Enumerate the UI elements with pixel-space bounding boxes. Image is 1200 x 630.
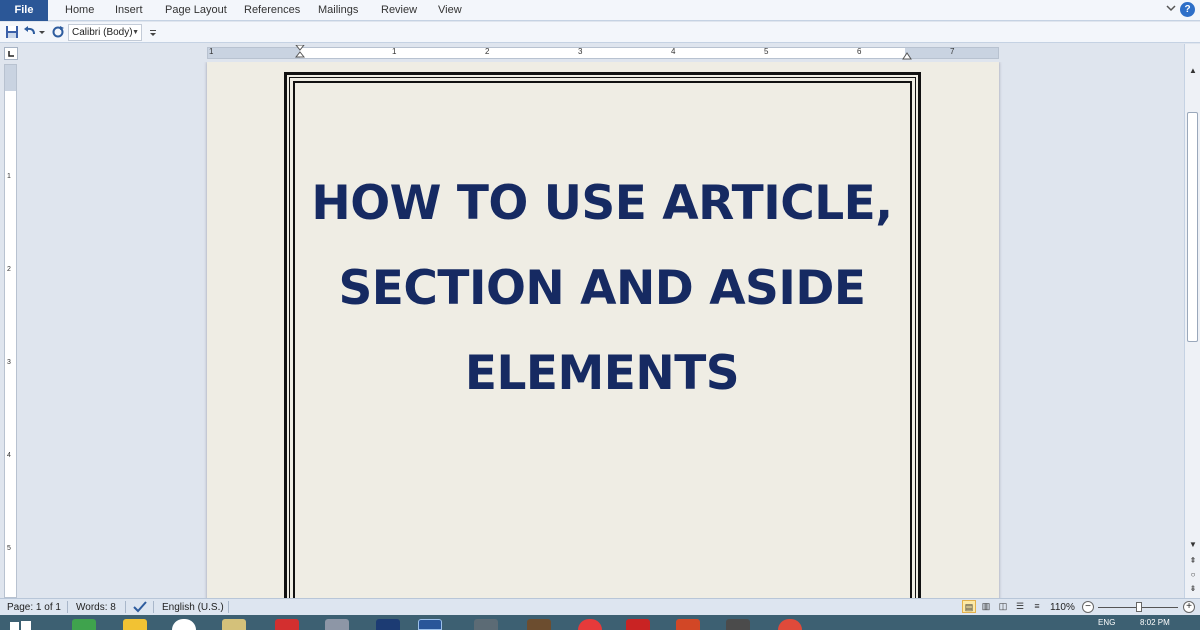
tv-icon[interactable] <box>527 619 551 630</box>
document-workspace[interactable]: HOW TO USE ARTICLE, SECTION AND ASIDE EL… <box>20 62 1184 598</box>
horizontal-ruler[interactable]: 1 1 2 3 4 5 6 7 <box>207 45 999 61</box>
clock[interactable]: 8:02 PM <box>1140 618 1170 627</box>
vertical-ruler-margin <box>5 65 16 91</box>
quick-access-toolbar: Calibri (Body) ▼ <box>0 22 1200 43</box>
browse-object-icon[interactable]: ○ <box>1186 568 1200 582</box>
vertical-ruler-number: 2 <box>7 266 11 273</box>
save-icon[interactable] <box>5 25 19 39</box>
internet-explorer-icon[interactable] <box>123 619 147 630</box>
status-bar: Page: 1 of 1 Words: 8 English (U.S.) ▤ ▥… <box>0 598 1200 615</box>
status-divider <box>67 601 68 613</box>
zoom-level[interactable]: 110% <box>1050 601 1075 614</box>
scroll-up-icon[interactable]: ▲ <box>1186 64 1200 78</box>
title-line: SECTION AND ASIDE <box>338 261 866 316</box>
previous-page-icon[interactable]: ⇞ <box>1186 554 1200 568</box>
ruler-number: 1 <box>392 47 397 56</box>
zoom-out-icon[interactable]: − <box>1082 601 1094 613</box>
ruler-number: 1 <box>209 47 214 56</box>
tab-mailings[interactable]: Mailings <box>318 0 358 21</box>
full-screen-reading-icon[interactable]: ▥ <box>979 600 993 613</box>
windows-taskbar: ENG 8:02 PM <box>0 615 1200 630</box>
draft-view-icon[interactable]: ≡ <box>1030 600 1044 613</box>
font-name-value: Calibri (Body) <box>72 27 133 38</box>
scroll-down-icon[interactable]: ▼ <box>1186 538 1200 552</box>
page-border: HOW TO USE ARTICLE, SECTION AND ASIDE EL… <box>284 72 921 598</box>
indent-marker-icon[interactable] <box>295 45 305 61</box>
zoom-slider-thumb[interactable] <box>1136 602 1142 612</box>
font-name-combobox[interactable]: Calibri (Body) ▼ <box>68 24 142 41</box>
record-icon[interactable] <box>578 619 602 630</box>
customize-toolbar-icon[interactable] <box>148 25 158 39</box>
vertical-ruler-number: 3 <box>7 359 11 366</box>
status-divider <box>153 601 154 613</box>
chrome-icon[interactable] <box>778 619 802 630</box>
green-app-icon[interactable] <box>72 619 96 630</box>
zoom-in-icon[interactable]: + <box>1183 601 1195 613</box>
vertical-ruler[interactable]: 1 2 3 4 5 <box>4 64 17 598</box>
title-line: ELEMENTS <box>464 346 740 401</box>
vertical-ruler-number: 4 <box>7 452 11 459</box>
bluetooth-icon[interactable] <box>376 619 400 630</box>
adobe-reader-icon[interactable] <box>275 619 299 630</box>
next-page-icon[interactable]: ⇟ <box>1186 582 1200 596</box>
undo-icon[interactable] <box>23 25 37 39</box>
tab-references[interactable]: References <box>244 0 300 21</box>
title-line: HOW TO USE ARTICLE, <box>311 176 893 231</box>
ruler-number: 7 <box>950 47 955 56</box>
outline-view-icon[interactable]: ☰ <box>1013 600 1027 613</box>
scroll-thumb[interactable] <box>1187 112 1198 342</box>
media-icon[interactable] <box>474 619 498 630</box>
proofing-icon[interactable] <box>133 601 147 613</box>
hp-icon[interactable] <box>172 619 196 630</box>
tab-home[interactable]: Home <box>65 0 94 21</box>
document-title[interactable]: HOW TO USE ARTICLE, SECTION AND ASIDE EL… <box>287 161 917 416</box>
right-indent-marker-icon[interactable] <box>902 50 912 60</box>
folder-icon[interactable] <box>222 619 246 630</box>
undo-dropdown-icon[interactable] <box>38 25 46 39</box>
status-divider <box>228 601 229 613</box>
tab-insert[interactable]: Insert <box>115 0 143 21</box>
mail-icon[interactable] <box>325 619 349 630</box>
tab-review[interactable]: Review <box>381 0 417 21</box>
page-count[interactable]: Page: 1 of 1 <box>7 601 61 614</box>
document-page[interactable]: HOW TO USE ARTICLE, SECTION AND ASIDE EL… <box>207 62 999 598</box>
language-indicator[interactable]: English (U.S.) <box>162 601 224 614</box>
ruler-number: 4 <box>671 47 676 56</box>
redo-icon[interactable] <box>51 25 65 39</box>
minimize-ribbon-icon[interactable] <box>1166 2 1176 19</box>
sketch-icon[interactable] <box>726 619 750 630</box>
ribbon-tab-bar: File Home Insert Page Layout References … <box>0 0 1200 21</box>
web-layout-icon[interactable]: ◫ <box>996 600 1010 613</box>
vertical-ruler-number: 5 <box>7 545 11 552</box>
language-tray[interactable]: ENG <box>1098 618 1115 627</box>
ruler-number: 3 <box>578 47 583 56</box>
ruler-number: 5 <box>764 47 769 56</box>
pdf-icon[interactable] <box>626 619 650 630</box>
powerpoint-icon[interactable] <box>676 619 700 630</box>
word-count[interactable]: Words: 8 <box>76 601 116 614</box>
ruler-row: 1 1 2 3 4 5 6 7 <box>0 44 1200 62</box>
tab-page-layout[interactable]: Page Layout <box>165 0 227 21</box>
vertical-ruler-number: 1 <box>7 173 11 180</box>
tab-view[interactable]: View <box>438 0 462 21</box>
print-layout-view-icon[interactable]: ▤ <box>962 600 976 613</box>
tab-file[interactable]: File <box>0 0 48 21</box>
ruler-number: 6 <box>857 47 862 56</box>
chevron-down-icon[interactable]: ▼ <box>132 25 139 40</box>
vertical-scrollbar[interactable]: ▲ ▼ ⇞ ○ ⇟ <box>1184 44 1200 598</box>
status-divider <box>125 601 126 613</box>
word-icon[interactable] <box>418 619 442 630</box>
windows-start-icon[interactable] <box>8 619 34 630</box>
tab-selector-button[interactable] <box>4 47 18 60</box>
ruler-number: 2 <box>485 47 490 56</box>
ruler-left-margin <box>208 48 300 58</box>
help-icon[interactable]: ? <box>1180 2 1195 17</box>
